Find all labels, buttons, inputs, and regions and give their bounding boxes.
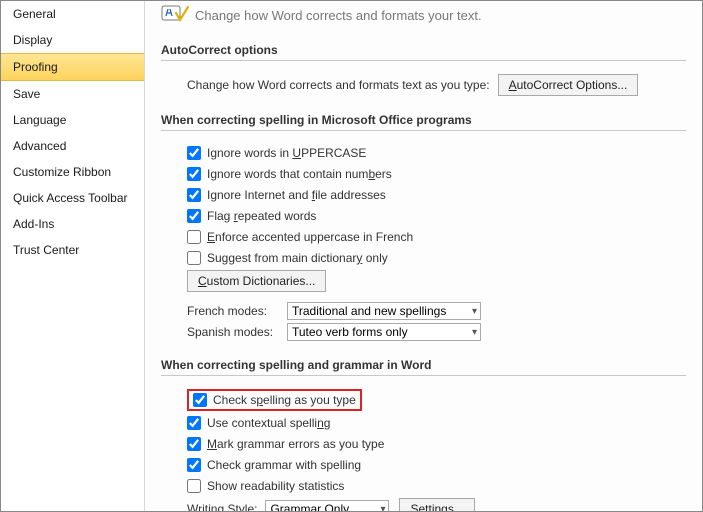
check-spelling-label: Check spelling as you type: [213, 393, 356, 407]
readability-checkbox[interactable]: [187, 479, 201, 493]
section-word-spelling: When correcting spelling and grammar in …: [161, 358, 686, 511]
check-spelling-checkbox[interactable]: [193, 393, 207, 407]
french-accented-checkbox[interactable]: [187, 230, 201, 244]
sidebar-item-save[interactable]: Save: [1, 81, 144, 107]
ignore-numbers-label: Ignore words that contain numbers: [207, 167, 392, 181]
mark-grammar-checkbox[interactable]: [187, 437, 201, 451]
sidebar-item-quick-access-toolbar[interactable]: Quick Access Toolbar: [1, 185, 144, 211]
mark-grammar-label: Mark grammar errors as you type: [207, 437, 384, 451]
check-spelling-highlight: Check spelling as you type: [187, 389, 362, 411]
options-sidebar: General Display Proofing Save Language A…: [1, 1, 145, 511]
section-autocorrect-title: AutoCorrect options: [161, 43, 686, 61]
writing-style-label: Writing Style:: [187, 502, 257, 511]
french-modes-label: French modes:: [187, 304, 279, 318]
spanish-modes-select[interactable]: [287, 323, 481, 341]
sidebar-item-display[interactable]: Display: [1, 27, 144, 53]
check-grammar-spelling-label: Check grammar with spelling: [207, 458, 361, 472]
french-accented-label: Enforce accented uppercase in French: [207, 230, 413, 244]
sidebar-item-advanced[interactable]: Advanced: [1, 133, 144, 159]
intro-row: Change how Word corrects and formats you…: [161, 1, 686, 33]
sidebar-item-trust-center[interactable]: Trust Center: [1, 237, 144, 263]
settings-button[interactable]: Settings...: [399, 498, 474, 511]
french-modes-select[interactable]: [287, 302, 481, 320]
ignore-internet-label: Ignore Internet and file addresses: [207, 188, 386, 202]
intro-text: Change how Word corrects and formats you…: [195, 8, 482, 23]
sidebar-item-add-ins[interactable]: Add-Ins: [1, 211, 144, 237]
contextual-spelling-label: Use contextual spelling: [207, 416, 330, 430]
word-options-window: General Display Proofing Save Language A…: [0, 0, 703, 512]
autocorrect-options-button[interactable]: AutoCorrect Options...: [498, 74, 639, 96]
ignore-internet-checkbox[interactable]: [187, 188, 201, 202]
ignore-uppercase-checkbox[interactable]: [187, 146, 201, 160]
proofing-icon: [161, 5, 189, 25]
section-autocorrect: AutoCorrect options Change how Word corr…: [161, 43, 686, 103]
spanish-modes-label: Spanish modes:: [187, 325, 279, 339]
sidebar-item-customize-ribbon[interactable]: Customize Ribbon: [1, 159, 144, 185]
autocorrect-desc: Change how Word corrects and formats tex…: [187, 78, 490, 92]
proofing-panel: Change how Word corrects and formats you…: [145, 1, 702, 511]
section-office-spelling: When correcting spelling in Microsoft Of…: [161, 113, 686, 348]
sidebar-item-proofing[interactable]: Proofing: [1, 53, 144, 81]
flag-repeated-checkbox[interactable]: [187, 209, 201, 223]
flag-repeated-label: Flag repeated words: [207, 209, 316, 223]
section-office-title: When correcting spelling in Microsoft Of…: [161, 113, 686, 131]
readability-label: Show readability statistics: [207, 479, 344, 493]
custom-dictionaries-button[interactable]: Custom Dictionaries...: [187, 270, 326, 292]
main-dictionary-label: Suggest from main dictionary only: [207, 251, 388, 265]
sidebar-item-general[interactable]: General: [1, 1, 144, 27]
ignore-uppercase-label: Ignore words in UPPERCASE: [207, 146, 366, 160]
sidebar-item-language[interactable]: Language: [1, 107, 144, 133]
ignore-numbers-checkbox[interactable]: [187, 167, 201, 181]
section-word-title: When correcting spelling and grammar in …: [161, 358, 686, 376]
writing-style-select[interactable]: [265, 500, 389, 511]
contextual-spelling-checkbox[interactable]: [187, 416, 201, 430]
check-grammar-spelling-checkbox[interactable]: [187, 458, 201, 472]
main-dictionary-checkbox[interactable]: [187, 251, 201, 265]
